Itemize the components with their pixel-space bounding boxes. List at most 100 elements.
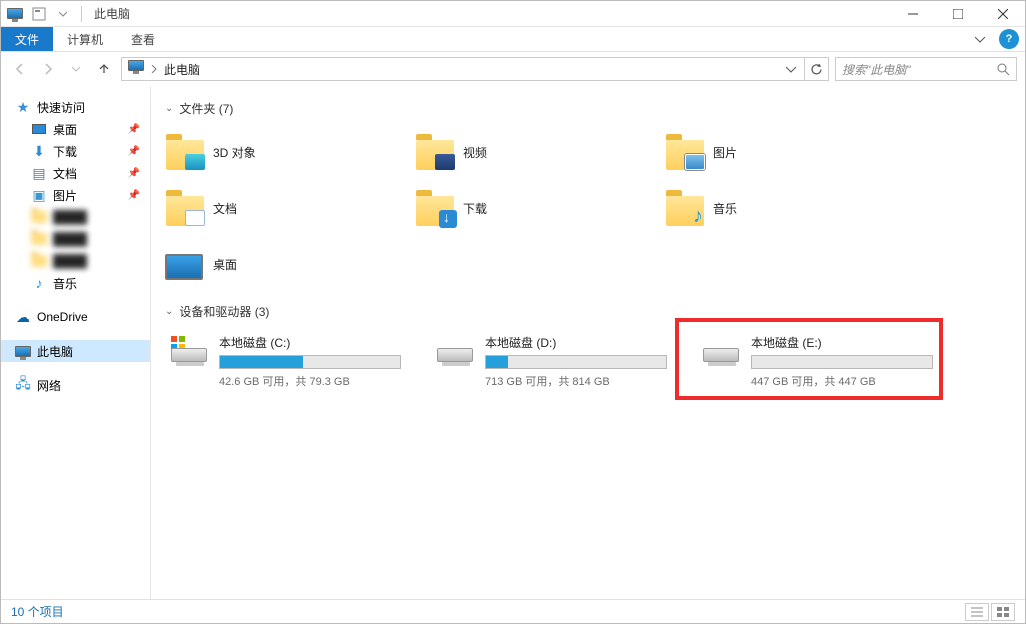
sidebar-music[interactable]: ♪音乐: [1, 272, 150, 294]
download-icon: ⬇: [31, 143, 47, 159]
drive-stats: 447 GB 可用，共 447 GB: [751, 373, 933, 389]
drive-c[interactable]: 本地磁盘 (C:) 42.6 GB 可用，共 79.3 GB: [165, 330, 405, 393]
folder-label: 桌面: [213, 256, 375, 273]
drive-icon: [435, 334, 475, 374]
sidebar-item-label: 网络: [37, 377, 61, 394]
address-pc-icon: [128, 60, 146, 78]
folder-pictures[interactable]: 图片: [665, 127, 875, 177]
sidebar-item-label: OneDrive: [37, 310, 88, 324]
folder-icon: [31, 231, 47, 247]
help-button[interactable]: ?: [999, 29, 1019, 49]
section-title: 设备和驱动器 (3): [179, 303, 269, 320]
tab-file[interactable]: 文件: [1, 27, 53, 51]
nav-forward-button[interactable]: [37, 58, 59, 80]
tab-computer[interactable]: 计算机: [53, 27, 117, 51]
drive-icon: [169, 334, 209, 374]
pictures-icon: ▣: [31, 187, 47, 203]
sidebar-item-label: 快速访问: [37, 99, 85, 116]
folder-icon: [31, 209, 47, 225]
sidebar-item-label: 此电脑: [37, 343, 73, 360]
sidebar-item-label: 下载: [53, 143, 77, 160]
search-input[interactable]: 搜索"此电脑": [835, 57, 1017, 81]
folder-label: 文档: [213, 200, 375, 217]
drive-label: 本地磁盘 (C:): [219, 334, 401, 351]
sidebar-onedrive[interactable]: ☁ OneDrive: [1, 306, 150, 328]
chevron-right-icon: [150, 65, 158, 73]
section-folders-header[interactable]: ⌄ 文件夹 (7): [165, 100, 1011, 117]
qat-dropdown-icon[interactable]: [53, 4, 73, 24]
ribbon-tabs: 文件 计算机 查看 ?: [1, 27, 1025, 52]
explorer-icon: [5, 4, 25, 24]
chevron-down-icon: ⌄: [165, 103, 173, 114]
sidebar-item-label: ████: [53, 254, 87, 268]
drives-row: 本地磁盘 (C:) 42.6 GB 可用，共 79.3 GB 本地磁盘 (D:)…: [165, 330, 1011, 393]
folder-music[interactable]: 音乐: [665, 183, 875, 233]
folder-label: 3D 对象: [213, 144, 375, 161]
folder-desktop[interactable]: 桌面: [165, 239, 375, 289]
pin-icon: 📌: [128, 190, 140, 201]
desktop-icon: [165, 244, 205, 284]
folder-label: 图片: [713, 144, 875, 161]
folder-icon: [665, 132, 705, 172]
sidebar-network[interactable]: 🖧 网络: [1, 374, 150, 396]
sidebar-item-label: ████: [53, 210, 87, 224]
drive-usage-bar: [751, 355, 933, 369]
pc-icon: [15, 343, 31, 359]
sidebar-pinned-folder[interactable]: ████: [1, 250, 150, 272]
sidebar-downloads[interactable]: ⬇下载📌: [1, 140, 150, 162]
navigation-bar: 此电脑 搜索"此电脑": [1, 52, 1025, 86]
close-button[interactable]: [980, 1, 1025, 27]
sidebar-quick-access[interactable]: ★ 快速访问: [1, 96, 150, 118]
sidebar-pinned-folder[interactable]: ████: [1, 206, 150, 228]
sidebar-this-pc[interactable]: 此电脑: [1, 340, 150, 362]
breadcrumb[interactable]: 此电脑: [158, 61, 206, 78]
nav-recent-dropdown[interactable]: [65, 58, 87, 80]
folder-icon: [415, 188, 455, 228]
music-icon: ♪: [31, 275, 47, 291]
status-item-count: 10 个项目: [11, 603, 64, 620]
view-details-button[interactable]: [965, 603, 989, 621]
address-dropdown-icon[interactable]: [780, 58, 802, 80]
sidebar-item-label: ████: [53, 232, 87, 246]
drive-stats: 713 GB 可用，共 814 GB: [485, 373, 667, 389]
sidebar-pinned-folder[interactable]: ████: [1, 228, 150, 250]
navigation-pane: ★快速访问 桌面📌 ⬇下载📌 ▤文档📌 ▣图片📌 ████ ████ ████ …: [1, 86, 151, 599]
chevron-down-icon: ⌄: [165, 306, 173, 317]
sidebar-pictures[interactable]: ▣图片📌: [1, 184, 150, 206]
search-placeholder: 搜索"此电脑": [842, 61, 997, 78]
sidebar-desktop[interactable]: 桌面📌: [1, 118, 150, 140]
star-icon: ★: [15, 99, 31, 115]
drive-label: 本地磁盘 (E:): [751, 334, 933, 351]
section-drives-header[interactable]: ⌄ 设备和驱动器 (3): [165, 303, 1011, 320]
desktop-icon: [31, 121, 47, 137]
refresh-button[interactable]: [805, 57, 829, 81]
drive-e[interactable]: 本地磁盘 (E:) 447 GB 可用，共 447 GB: [697, 330, 937, 393]
maximize-button[interactable]: [935, 1, 980, 27]
nav-up-button[interactable]: [93, 58, 115, 80]
drive-icon: [701, 334, 741, 374]
folder-3d-objects[interactable]: 3D 对象: [165, 127, 375, 177]
drive-d[interactable]: 本地磁盘 (D:) 713 GB 可用，共 814 GB: [431, 330, 671, 393]
cloud-icon: ☁: [15, 309, 31, 325]
drive-label: 本地磁盘 (D:): [485, 334, 667, 351]
pin-icon: 📌: [128, 168, 140, 179]
sidebar-item-label: 文档: [53, 165, 77, 182]
network-icon: 🖧: [15, 377, 31, 393]
folder-documents[interactable]: 文档: [165, 183, 375, 233]
drive-usage-bar: [219, 355, 401, 369]
document-icon: ▤: [31, 165, 47, 181]
folder-videos[interactable]: 视频: [415, 127, 625, 177]
folder-downloads[interactable]: 下载: [415, 183, 625, 233]
qat-properties-icon[interactable]: [29, 4, 49, 24]
minimize-button[interactable]: [890, 1, 935, 27]
content-pane: ⌄ 文件夹 (7) 3D 对象 视频 图片 文档 下载 音乐 桌面 ⌄ 设备和驱…: [151, 86, 1025, 599]
tab-view[interactable]: 查看: [117, 27, 169, 51]
nav-back-button[interactable]: [9, 58, 31, 80]
folder-label: 视频: [463, 144, 625, 161]
sidebar-documents[interactable]: ▤ 文档 📌: [1, 162, 150, 184]
ribbon-expand-icon[interactable]: [965, 27, 995, 51]
view-large-icons-button[interactable]: [991, 603, 1015, 621]
folder-icon: [165, 132, 205, 172]
window-title: 此电脑: [90, 5, 130, 22]
address-bar[interactable]: 此电脑: [121, 57, 805, 81]
